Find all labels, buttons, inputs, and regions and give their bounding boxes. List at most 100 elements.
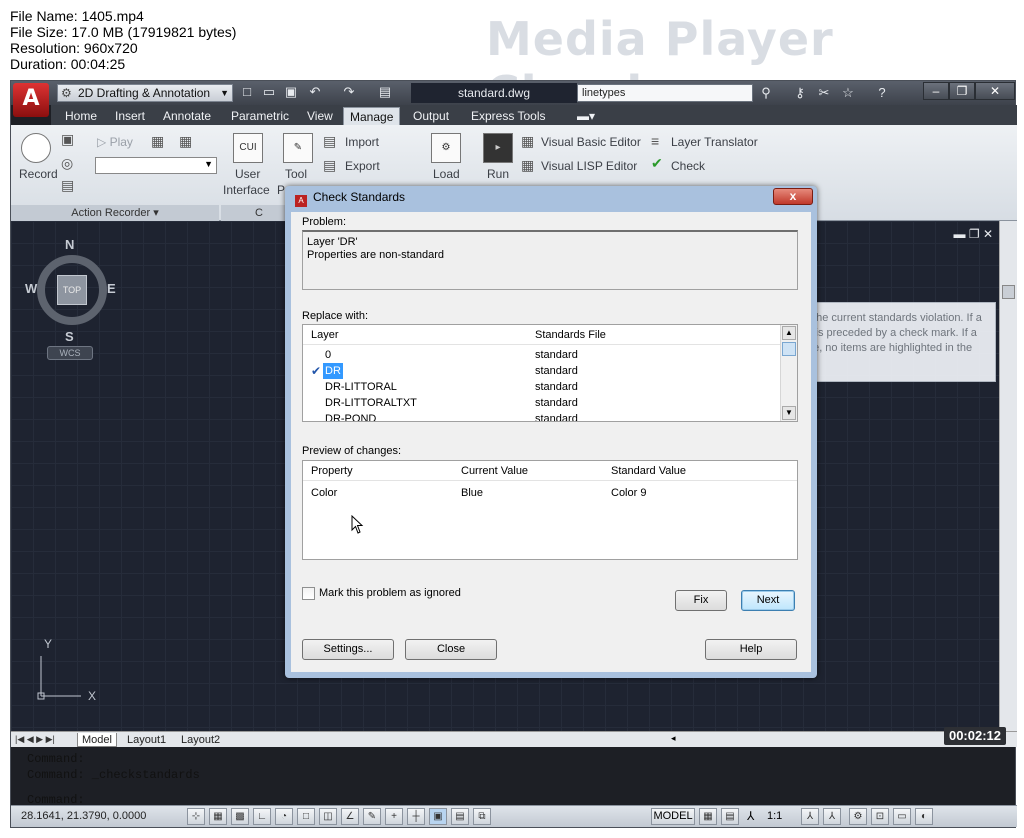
col-standard-value[interactable]: Standard Value	[611, 461, 686, 481]
fix-button[interactable]: Fix	[675, 590, 727, 611]
tab-home[interactable]: Home	[59, 107, 103, 125]
otrack-icon[interactable]: ◫	[319, 808, 337, 825]
qp-icon[interactable]: ▣	[429, 808, 447, 825]
search-input[interactable]: linetypes	[577, 84, 753, 102]
action-macro-select[interactable]: ▼	[95, 157, 217, 174]
grid-icon[interactable]: ▩	[231, 808, 249, 825]
wcs-menu[interactable]: WCS	[47, 346, 93, 360]
tab-insert[interactable]: Insert	[109, 107, 151, 125]
annotation-visibility-icon[interactable]: ⅄	[801, 808, 819, 825]
scroll-thumb[interactable]	[1002, 285, 1015, 299]
polar-icon[interactable]: ◔	[275, 808, 293, 825]
scroll-up-icon[interactable]: ▲	[782, 326, 796, 340]
list-item-selected[interactable]: ✔ DR standard	[303, 363, 781, 379]
tab-output[interactable]: Output	[407, 107, 455, 125]
import-button[interactable]: Import	[345, 135, 379, 149]
redo-icon[interactable]: ↷	[341, 84, 357, 100]
snap-icon[interactable]: ▦	[209, 808, 227, 825]
tab-express-tools[interactable]: Express Tools	[465, 107, 551, 125]
minimize-button[interactable]: –	[923, 82, 949, 100]
col-layer[interactable]: Layer	[311, 325, 339, 345]
hardware-accel-icon[interactable]: ▭	[893, 808, 911, 825]
table-row[interactable]: Color Blue Color 9	[303, 485, 797, 501]
load-button[interactable]: Load	[433, 167, 460, 181]
key-icon[interactable]: ⚷	[791, 84, 809, 102]
star-icon[interactable]: ☆	[839, 84, 857, 102]
dialog-close-button[interactable]: x	[773, 188, 813, 205]
am-icon[interactable]: ⧉	[473, 808, 491, 825]
check-button[interactable]: Check	[671, 159, 705, 173]
lock-icon[interactable]: ⊡	[871, 808, 889, 825]
sc-icon[interactable]: ▤	[451, 808, 469, 825]
replace-with-list[interactable]: Layer Standards File 0 standard ✔ DR sta…	[302, 324, 798, 422]
view-cube[interactable]: TOP N S E W	[25, 237, 116, 344]
quick-view-layouts-icon[interactable]: ▦	[699, 808, 717, 825]
scroll-left-icon[interactable]: ◂	[671, 733, 676, 744]
action-recorder-title[interactable]: Action Recorder ▾	[11, 205, 219, 221]
record-icon[interactable]	[21, 133, 51, 163]
osnap-icon[interactable]: □	[297, 808, 315, 825]
scroll-down-icon[interactable]: ▼	[782, 406, 796, 420]
layer-translator-button[interactable]: Layer Translator	[671, 135, 758, 149]
binoculars-icon[interactable]: ⚲	[757, 84, 775, 102]
vertical-scrollbar[interactable]	[999, 221, 1017, 731]
list-item[interactable]: DR-LITTORALTXT standard	[303, 395, 781, 411]
help-icon[interactable]: ?	[873, 84, 891, 102]
lisp-editor-button[interactable]: Visual LISP Editor	[541, 159, 637, 173]
isolate-icon[interactable]: ◐	[915, 808, 933, 825]
settings-button[interactable]: Settings...	[302, 639, 394, 660]
tab-annotate[interactable]: Annotate	[157, 107, 217, 125]
insert-message-icon[interactable]: ▦	[151, 133, 164, 150]
export-button[interactable]: Export	[345, 159, 380, 173]
application-button[interactable]: A	[13, 83, 49, 117]
save-icon[interactable]: ▣	[283, 84, 299, 100]
coordinates-readout[interactable]: 28.1641, 21.3790, 0.0000	[21, 810, 146, 822]
play-button[interactable]: ▷ Play	[97, 135, 133, 149]
ortho-icon[interactable]: ∟	[253, 808, 271, 825]
model-space-button[interactable]: MODEL	[651, 808, 695, 825]
col-current-value[interactable]: Current Value	[461, 461, 528, 481]
open-icon[interactable]: ▭	[261, 84, 277, 100]
minimize-icon[interactable]: ▬	[953, 227, 965, 241]
restore-button[interactable]: ❐	[949, 82, 975, 100]
next-button[interactable]: Next	[741, 590, 795, 611]
close-window-button[interactable]: ✕	[975, 82, 1015, 100]
ignore-problem-label[interactable]: Mark this problem as ignored	[319, 587, 461, 599]
vba-editor-button[interactable]: Visual Basic Editor	[541, 135, 641, 149]
tab-manage[interactable]: Manage	[343, 107, 401, 125]
ducs-icon[interactable]: ∠	[341, 808, 359, 825]
run-button[interactable]: Run	[487, 167, 509, 181]
infer-constraints-icon[interactable]: ⊹	[187, 808, 205, 825]
tab-nav-arrows[interactable]: |◀ ◀ ▶ ▶|	[15, 734, 55, 745]
new-icon[interactable]: □	[239, 84, 255, 100]
run-script-icon[interactable]: ▸	[483, 133, 513, 163]
tools-icon[interactable]: ✂	[815, 84, 833, 102]
quick-view-drawings-icon[interactable]: ▤	[721, 808, 739, 825]
tpy-icon[interactable]: ┼	[407, 808, 425, 825]
scroll-thumb[interactable]	[782, 342, 796, 356]
annotation-scale[interactable]: 1:1	[767, 810, 782, 822]
layout-tab-layout1[interactable]: Layout1	[123, 733, 170, 747]
tab-view[interactable]: View	[301, 107, 339, 125]
close-button[interactable]: Close	[405, 639, 497, 660]
col-standards-file[interactable]: Standards File	[535, 325, 606, 345]
workspace-combo[interactable]: ⚙ 2D Drafting & Annotation ▼	[57, 84, 233, 102]
list-item[interactable]: 0 standard	[303, 347, 781, 363]
viewport-controls[interactable]: ▬ ❐ ✕	[953, 227, 993, 241]
list-scrollbar[interactable]: ▲ ▼	[780, 325, 797, 421]
workspace-switch-icon[interactable]: ⚙	[849, 808, 867, 825]
lineweight-icon[interactable]: +	[385, 808, 403, 825]
help-button[interactable]: Help	[705, 639, 797, 660]
request-input-icon[interactable]: ▦	[179, 133, 192, 150]
cui-icon[interactable]: CUI	[233, 133, 263, 163]
record-button[interactable]: Record	[19, 167, 58, 181]
load-application-icon[interactable]: ⚙	[431, 133, 461, 163]
plot-icon[interactable]: ▤	[377, 84, 393, 100]
dyn-icon[interactable]: ✎	[363, 808, 381, 825]
list-item[interactable]: DR-LITTORAL standard	[303, 379, 781, 395]
cube-top-face[interactable]: TOP	[57, 275, 87, 305]
layout-tab-layout2[interactable]: Layout2	[177, 733, 224, 747]
ribbon-options-icon[interactable]: ▬▾	[571, 107, 601, 125]
tab-parametric[interactable]: Parametric	[225, 107, 295, 125]
ignore-problem-checkbox[interactable]	[302, 587, 315, 600]
